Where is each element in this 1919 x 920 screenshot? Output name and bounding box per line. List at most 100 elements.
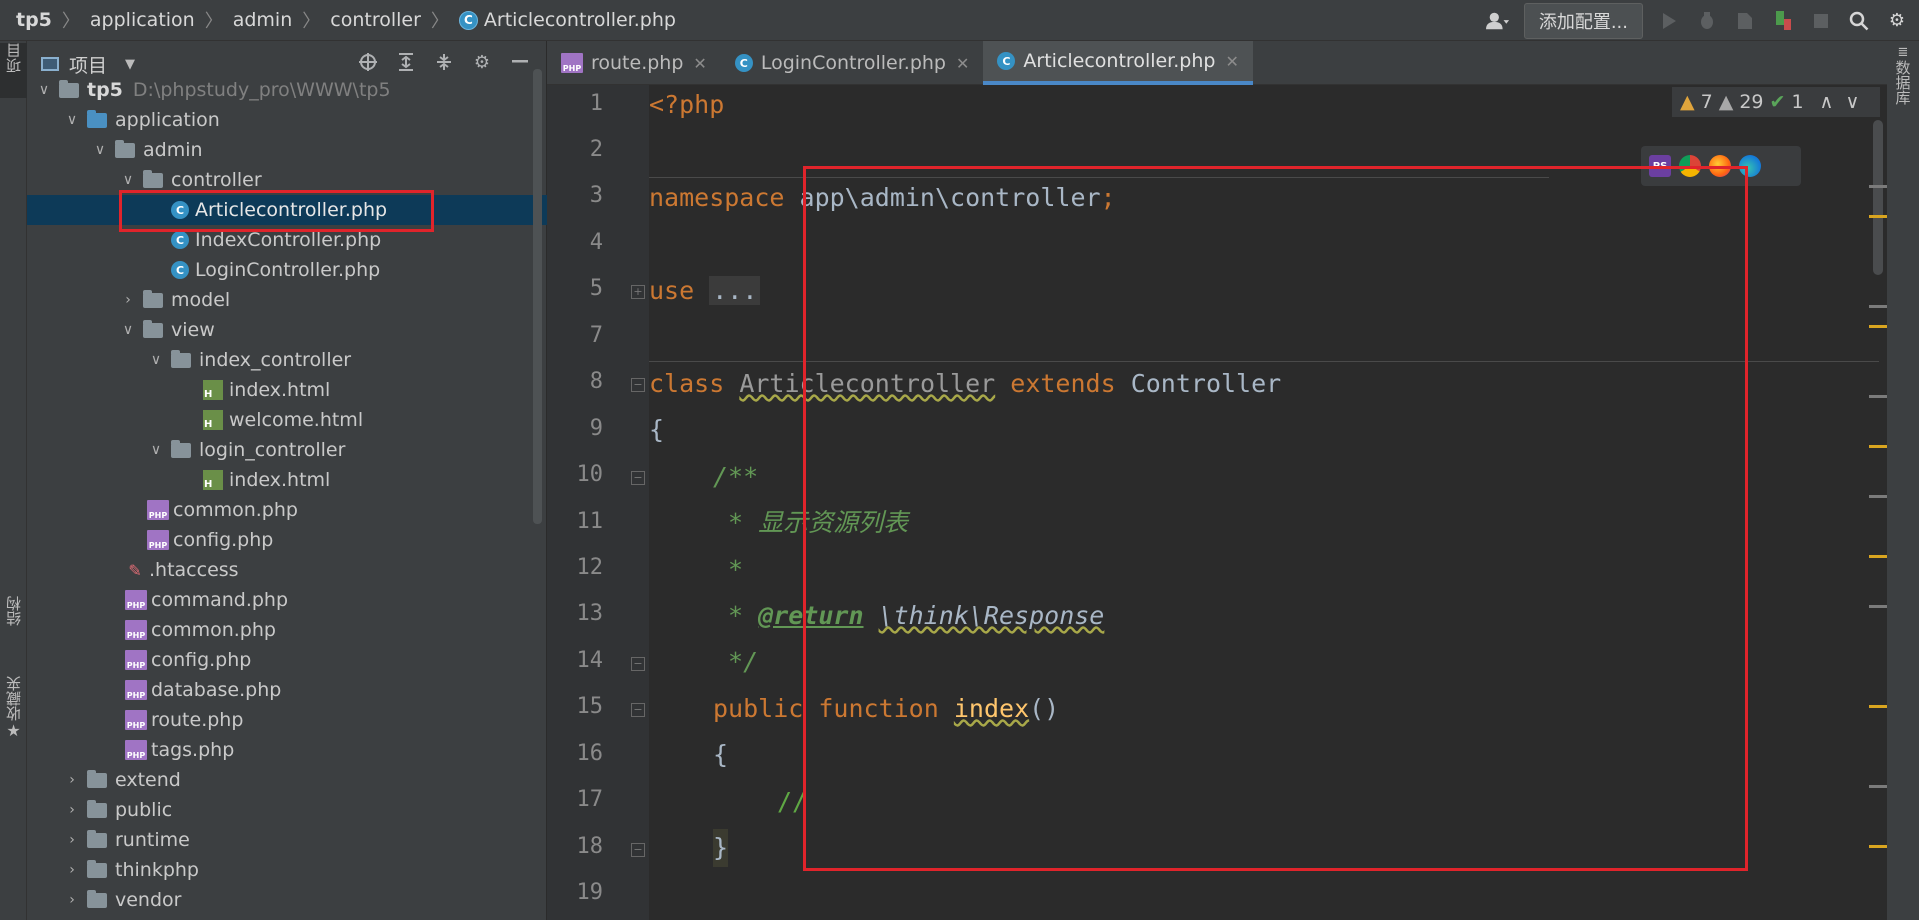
phpstorm-icon[interactable]: PS: [1649, 155, 1671, 177]
navigation-bar: tp5 〉 application 〉 admin 〉 controller 〉 C Ar…: [0, 0, 1919, 41]
tree-item-command-php[interactable]: PHP command.php: [27, 585, 547, 615]
tree-item-welcome-html[interactable]: Hwelcome.html: [27, 405, 547, 435]
separator-line: [649, 361, 1879, 362]
stop-icon[interactable]: [1809, 9, 1833, 33]
stripe-marker: [1869, 785, 1887, 788]
firefox-icon[interactable]: [1709, 155, 1731, 177]
project-tool-tab[interactable]: 项目: [0, 43, 27, 98]
editor-tabs: PHP route.php ✕ C LoginController.php ✕ C Art…: [547, 41, 1919, 85]
fold-collapse-icon[interactable]: −: [631, 378, 645, 392]
minimize-icon[interactable]: [508, 50, 532, 74]
fold-collapse-icon[interactable]: −: [631, 703, 645, 717]
project-panel-title[interactable]: 项目: [69, 51, 107, 78]
debug-icon[interactable]: [1695, 9, 1719, 33]
code-editor[interactable]: 1 2 3 4 5 7 8 9 10 11 12 13 14 15 16 17 …: [547, 85, 1919, 920]
tab-logincontroller-php[interactable]: C LoginController.php ✕: [721, 41, 984, 85]
locate-icon[interactable]: [356, 50, 380, 74]
tree-item-login-controller[interactable]: ∨ login_controller: [27, 435, 547, 465]
chevron-right-icon: 〉: [430, 11, 449, 32]
fold-end-icon[interactable]: −: [631, 657, 645, 671]
search-icon[interactable]: [1847, 9, 1871, 33]
chevron-down-icon[interactable]: ▼: [125, 57, 135, 72]
code-line-9: {: [649, 415, 665, 444]
stripe-marker: [1869, 605, 1887, 608]
tree-item-config-php[interactable]: PHP config.php: [27, 645, 547, 675]
breadcrumb-item-admin[interactable]: admin 〉: [233, 7, 331, 33]
line-number: 14: [576, 648, 604, 673]
chevron-down-icon[interactable]: ∨: [1845, 91, 1859, 113]
profiler-icon[interactable]: [1771, 9, 1795, 33]
breadcrumb-item-tp5[interactable]: tp5 〉: [16, 7, 90, 33]
tree-item-common-php[interactable]: PHP common.php: [27, 615, 547, 645]
user-icon[interactable]: [1485, 9, 1510, 33]
favorites-tool-tab[interactable]: 收藏夹 ★: [0, 676, 27, 756]
tree-item-public[interactable]: › public: [27, 795, 547, 825]
chrome-icon[interactable]: [1679, 155, 1701, 177]
code-line-14: */: [713, 647, 759, 676]
tree-item-database-php[interactable]: PHP database.php: [27, 675, 547, 705]
project-scrollbar[interactable]: [533, 69, 542, 524]
tree-item-admin[interactable]: ∨ admin: [27, 135, 547, 165]
edge-icon[interactable]: [1739, 155, 1761, 177]
tree-item-tp5[interactable]: ∨ tp5 D:\phpstudy_pro\WWW\tp5: [27, 75, 547, 105]
coverage-icon[interactable]: [1733, 9, 1757, 33]
chevron-right-icon: ›: [69, 802, 75, 818]
breadcrumb-item-controller[interactable]: controller 〉: [330, 7, 459, 33]
tree-item-indexcontroller[interactable]: C IndexController.php: [27, 225, 547, 255]
php-class-icon: C: [997, 52, 1016, 70]
tree-item-htaccess[interactable]: ✎ .htaccess: [27, 555, 547, 585]
code-line-10: /**: [713, 462, 759, 491]
tree-item-thinkphp[interactable]: › thinkphp: [27, 855, 547, 885]
tree-item-articlecontroller[interactable]: C Articlecontroller.php: [27, 195, 547, 225]
inspections-widget[interactable]: ▲ 7 ▲ 29 ✔ 1 ∧ ∨: [1672, 87, 1880, 117]
gear-icon[interactable]: ⚙: [470, 50, 494, 74]
php-file-icon: PHP: [125, 650, 147, 670]
stripe-marker: [1869, 495, 1887, 498]
tree-item-logincontroller[interactable]: C LoginController.php: [27, 255, 547, 285]
close-icon[interactable]: ✕: [1225, 52, 1238, 71]
tree-item-route-php[interactable]: PHP route.php: [27, 705, 547, 735]
htaccess-file-icon: ✎: [128, 560, 142, 580]
close-icon[interactable]: ✕: [956, 54, 969, 73]
close-icon[interactable]: ✕: [693, 54, 706, 73]
breadcrumb-item-application[interactable]: application 〉: [90, 7, 233, 33]
collapse-all-icon[interactable]: [432, 50, 456, 74]
structure-tool-tab[interactable]: 结构: [0, 596, 27, 666]
tree-item-tags-php[interactable]: PHP tags.php: [27, 735, 547, 765]
tree-item-admin-common-php[interactable]: PHP common.php: [27, 495, 547, 525]
line-number: 10: [576, 462, 604, 487]
chevron-right-icon: ›: [125, 292, 131, 308]
fold-end-icon[interactable]: −: [631, 843, 645, 857]
code-line-5: use ...: [649, 272, 761, 310]
fold-collapse-icon[interactable]: −: [631, 471, 645, 485]
chevron-down-icon: ∨: [122, 172, 134, 188]
tree-item-application[interactable]: ∨ application: [27, 105, 547, 135]
run-icon[interactable]: [1657, 9, 1681, 33]
tree-item-index-html[interactable]: Hindex.html: [27, 375, 547, 405]
tree-item-admin-config-php[interactable]: PHP config.php: [27, 525, 547, 555]
tab-articlecontroller-php[interactable]: C Articlecontroller.php ✕: [983, 41, 1253, 85]
tree-item-vendor[interactable]: › vendor: [27, 885, 547, 915]
chevron-down-icon: ∨: [122, 322, 134, 338]
tree-item-model[interactable]: › model: [27, 285, 547, 315]
stripe-marker: [1869, 445, 1887, 448]
gear-icon[interactable]: ⚙: [1885, 9, 1909, 33]
fold-expand-icon[interactable]: +: [631, 285, 645, 299]
add-configuration-button[interactable]: 添加配置...: [1523, 2, 1643, 39]
breadcrumb-item-file[interactable]: C Articlecontroller.php: [458, 9, 676, 31]
folder-icon: [59, 79, 79, 98]
chevron-up-icon[interactable]: ∧: [1820, 91, 1834, 113]
stripe-marker: [1869, 325, 1887, 328]
tree-item-runtime[interactable]: › runtime: [27, 825, 547, 855]
expand-all-icon[interactable]: [394, 50, 418, 74]
tree-item-view[interactable]: ∨ view: [27, 315, 547, 345]
tab-route-php[interactable]: PHP route.php ✕: [547, 41, 721, 85]
tree-item-index-controller[interactable]: ∨ index_controller: [27, 345, 547, 375]
code-area[interactable]: <?php namespace app\admin\controller; us…: [649, 85, 1879, 920]
database-tool-tab[interactable]: ≣ 数据库: [1887, 45, 1919, 135]
tree-item-login-index-html[interactable]: Hindex.html: [27, 465, 547, 495]
folded-imports[interactable]: ...: [709, 276, 761, 305]
browser-preview-bar: PS: [1641, 146, 1801, 186]
tree-item-extend[interactable]: › extend: [27, 765, 547, 795]
tree-item-controller[interactable]: ∨ controller: [27, 165, 547, 195]
